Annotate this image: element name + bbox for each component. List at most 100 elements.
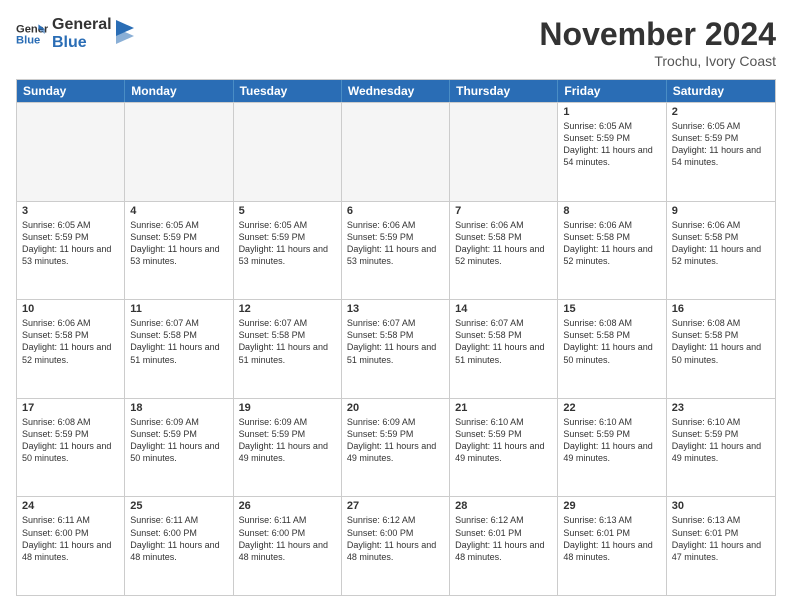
calendar: SundayMondayTuesdayWednesdayThursdayFrid…: [16, 79, 776, 596]
day-number: 24: [22, 500, 119, 512]
calendar-cell-13: 13Sunrise: 6:07 AM Sunset: 5:58 PM Dayli…: [342, 300, 450, 398]
calendar-cell-22: 22 Sunrise: 6:10 AM Sunset: 5:59 PM Dayli…: [558, 399, 666, 497]
day-number: 20: [347, 402, 444, 414]
day-info: Sunrise: 6:10 AM Sunset: 5:59 PM Dayligh…: [563, 416, 660, 465]
svg-text:Blue: Blue: [16, 34, 40, 46]
day-number: 6: [347, 205, 444, 217]
calendar-cell-25: 25 Sunrise: 6:11 AM Sunset: 6:00 PM Dayli…: [125, 497, 233, 595]
calendar-row-3: 17 Sunrise: 6:08 AM Sunset: 5:59 PM Dayli…: [17, 398, 775, 497]
day-number: 2: [672, 106, 770, 118]
day-number: 14: [455, 303, 552, 315]
day-info: Sunrise: 6:12 AM Sunset: 6:01 PM Dayligh…: [455, 514, 552, 563]
logo-blue: Blue: [52, 34, 112, 52]
location: Trochu, Ivory Coast: [539, 53, 776, 69]
calendar-cell-5: 5 Sunrise: 6:05 AM Sunset: 5:59 PM Daylig…: [234, 202, 342, 300]
header-day-wednesday: Wednesday: [342, 80, 450, 102]
day-info: Sunrise: 6:07 AM Sunset: 5:58 PM Dayligh…: [455, 317, 552, 366]
day-number: 15: [563, 303, 660, 315]
day-number: 7: [455, 205, 552, 217]
calendar-cell-23: 23 Sunrise: 6:10 AM Sunset: 5:59 PM Dayli…: [667, 399, 775, 497]
header-day-tuesday: Tuesday: [234, 80, 342, 102]
calendar-cell-16: 16Sunrise: 6:08 AM Sunset: 5:58 PM Dayli…: [667, 300, 775, 398]
day-number: 23: [672, 402, 770, 414]
calendar-cell-17: 17 Sunrise: 6:08 AM Sunset: 5:59 PM Dayli…: [17, 399, 125, 497]
day-info: Sunrise: 6:05 AM Sunset: 5:59 PM Dayligh…: [22, 219, 119, 268]
calendar-cell-28: 28 Sunrise: 6:12 AM Sunset: 6:01 PM Dayli…: [450, 497, 558, 595]
calendar-cell-6: 6Sunrise: 6:06 AM Sunset: 5:59 PM Daylig…: [342, 202, 450, 300]
calendar-cell-20: 20Sunrise: 6:09 AM Sunset: 5:59 PM Dayli…: [342, 399, 450, 497]
day-number: 5: [239, 205, 336, 217]
header-day-saturday: Saturday: [667, 80, 775, 102]
header: General Blue General Blue November 2024 …: [16, 16, 776, 69]
calendar-cell-1: 1 Sunrise: 6:05 AM Sunset: 5:59 PM Daylig…: [558, 103, 666, 201]
day-info: Sunrise: 6:10 AM Sunset: 5:59 PM Dayligh…: [672, 416, 770, 465]
calendar-cell-27: 27 Sunrise: 6:12 AM Sunset: 6:00 PM Dayli…: [342, 497, 450, 595]
day-info: Sunrise: 6:06 AM Sunset: 5:58 PM Dayligh…: [563, 219, 660, 268]
day-info: Sunrise: 6:05 AM Sunset: 5:59 PM Dayligh…: [563, 120, 660, 169]
header-day-friday: Friday: [558, 80, 666, 102]
day-number: 11: [130, 303, 227, 315]
day-info: Sunrise: 6:05 AM Sunset: 5:59 PM Dayligh…: [239, 219, 336, 268]
day-info: Sunrise: 6:08 AM Sunset: 5:58 PM Dayligh…: [563, 317, 660, 366]
day-info: Sunrise: 6:10 AM Sunset: 5:59 PM Dayligh…: [455, 416, 552, 465]
calendar-cell-21: 21 Sunrise: 6:10 AM Sunset: 5:59 PM Dayli…: [450, 399, 558, 497]
calendar-row-0: 1 Sunrise: 6:05 AM Sunset: 5:59 PM Daylig…: [17, 102, 775, 201]
day-number: 9: [672, 205, 770, 217]
day-number: 3: [22, 205, 119, 217]
calendar-cell-24: 24 Sunrise: 6:11 AM Sunset: 6:00 PM Dayli…: [17, 497, 125, 595]
day-number: 25: [130, 500, 227, 512]
calendar-cell-7: 7 Sunrise: 6:06 AM Sunset: 5:58 PM Daylig…: [450, 202, 558, 300]
day-info: Sunrise: 6:08 AM Sunset: 5:59 PM Dayligh…: [22, 416, 119, 465]
calendar-cell-8: 8 Sunrise: 6:06 AM Sunset: 5:58 PM Daylig…: [558, 202, 666, 300]
day-info: Sunrise: 6:05 AM Sunset: 5:59 PM Dayligh…: [130, 219, 227, 268]
calendar-cell-4: 4 Sunrise: 6:05 AM Sunset: 5:59 PM Daylig…: [125, 202, 233, 300]
day-info: Sunrise: 6:06 AM Sunset: 5:58 PM Dayligh…: [672, 219, 770, 268]
day-number: 17: [22, 402, 119, 414]
day-number: 21: [455, 402, 552, 414]
day-info: Sunrise: 6:11 AM Sunset: 6:00 PM Dayligh…: [130, 514, 227, 563]
day-number: 12: [239, 303, 336, 315]
calendar-cell-empty-0-4: [450, 103, 558, 201]
day-info: Sunrise: 6:09 AM Sunset: 5:59 PM Dayligh…: [130, 416, 227, 465]
day-number: 4: [130, 205, 227, 217]
day-number: 22: [563, 402, 660, 414]
day-info: Sunrise: 6:06 AM Sunset: 5:58 PM Dayligh…: [22, 317, 119, 366]
page: General Blue General Blue November 2024 …: [0, 0, 792, 612]
day-info: Sunrise: 6:12 AM Sunset: 6:00 PM Dayligh…: [347, 514, 444, 563]
header-day-sunday: Sunday: [17, 80, 125, 102]
logo-icon: General Blue: [16, 18, 48, 50]
day-number: 8: [563, 205, 660, 217]
calendar-row-1: 3 Sunrise: 6:05 AM Sunset: 5:59 PM Daylig…: [17, 201, 775, 300]
calendar-row-4: 24 Sunrise: 6:11 AM Sunset: 6:00 PM Dayli…: [17, 496, 775, 595]
calendar-cell-15: 15 Sunrise: 6:08 AM Sunset: 5:58 PM Dayli…: [558, 300, 666, 398]
calendar-cell-29: 29Sunrise: 6:13 AM Sunset: 6:01 PM Dayli…: [558, 497, 666, 595]
day-info: Sunrise: 6:11 AM Sunset: 6:00 PM Dayligh…: [239, 514, 336, 563]
day-info: Sunrise: 6:11 AM Sunset: 6:00 PM Dayligh…: [22, 514, 119, 563]
calendar-row-2: 10 Sunrise: 6:06 AM Sunset: 5:58 PM Dayli…: [17, 299, 775, 398]
day-number: 28: [455, 500, 552, 512]
day-info: Sunrise: 6:09 AM Sunset: 5:59 PM Dayligh…: [239, 416, 336, 465]
month-title: November 2024: [539, 16, 776, 53]
calendar-header: SundayMondayTuesdayWednesdayThursdayFrid…: [17, 80, 775, 102]
day-number: 19: [239, 402, 336, 414]
calendar-cell-12: 12 Sunrise: 6:07 AM Sunset: 5:58 PM Dayli…: [234, 300, 342, 398]
logo-flag-icon: [116, 20, 136, 48]
day-number: 29: [563, 500, 660, 512]
day-number: 30: [672, 500, 770, 512]
logo-general: General: [52, 16, 112, 34]
day-info: Sunrise: 6:07 AM Sunset: 5:58 PM Dayligh…: [239, 317, 336, 366]
day-number: 1: [563, 106, 660, 118]
calendar-cell-18: 18Sunrise: 6:09 AM Sunset: 5:59 PM Dayli…: [125, 399, 233, 497]
calendar-cell-11: 11Sunrise: 6:07 AM Sunset: 5:58 PM Dayli…: [125, 300, 233, 398]
calendar-body: 1 Sunrise: 6:05 AM Sunset: 5:59 PM Daylig…: [17, 102, 775, 595]
header-day-monday: Monday: [125, 80, 233, 102]
day-number: 27: [347, 500, 444, 512]
header-day-thursday: Thursday: [450, 80, 558, 102]
day-info: Sunrise: 6:13 AM Sunset: 6:01 PM Dayligh…: [672, 514, 770, 563]
day-info: Sunrise: 6:06 AM Sunset: 5:58 PM Dayligh…: [455, 219, 552, 268]
calendar-cell-2: 2Sunrise: 6:05 AM Sunset: 5:59 PM Daylig…: [667, 103, 775, 201]
calendar-cell-19: 19 Sunrise: 6:09 AM Sunset: 5:59 PM Dayli…: [234, 399, 342, 497]
day-info: Sunrise: 6:08 AM Sunset: 5:58 PM Dayligh…: [672, 317, 770, 366]
title-block: November 2024 Trochu, Ivory Coast: [539, 16, 776, 69]
day-number: 10: [22, 303, 119, 315]
